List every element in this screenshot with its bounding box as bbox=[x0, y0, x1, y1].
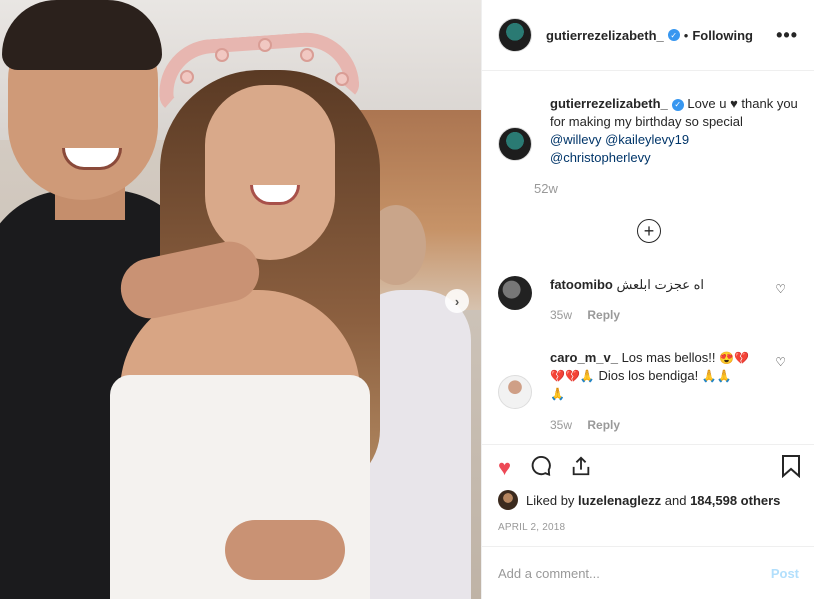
photo-hands bbox=[225, 520, 345, 580]
photo-woman-head bbox=[205, 85, 335, 260]
emoji-group: 😍💔 bbox=[719, 351, 750, 365]
caption-text-start: Love u bbox=[687, 96, 727, 111]
post-comment-button[interactable]: Post bbox=[771, 566, 799, 581]
mention-link[interactable]: @kaileylevy19 bbox=[605, 132, 689, 147]
liker-username[interactable]: luzelenaglezz bbox=[578, 493, 661, 508]
caption-timestamp[interactable]: 52w bbox=[534, 181, 814, 196]
more-horizontal-icon[interactable]: ••• bbox=[776, 25, 798, 46]
comment-body: fatoomibo اه عجزت ابلعش 35w Reply bbox=[550, 276, 760, 324]
comment-text: Los mas bellos!! bbox=[621, 350, 716, 365]
post-modal: › gutierrezelizabeth_ ✓ • Following ••• … bbox=[0, 0, 814, 599]
comment-item: fatoomibo اه عجزت ابلعش 35w Reply ♡ bbox=[498, 276, 798, 324]
header-username[interactable]: gutierrezelizabeth_ bbox=[546, 28, 664, 43]
like-comment-heart-icon[interactable]: ♡ bbox=[775, 282, 786, 296]
avatar[interactable] bbox=[498, 18, 532, 52]
comment-bubble-icon[interactable] bbox=[529, 454, 552, 481]
add-comment-bar: Post bbox=[482, 546, 814, 599]
mention-link[interactable]: @christopherlevy bbox=[550, 150, 651, 165]
photo-flower bbox=[180, 70, 194, 84]
header-separator: • bbox=[683, 27, 689, 43]
following-button[interactable]: Following bbox=[692, 28, 753, 43]
post-side-panel: gutierrezelizabeth_ ✓ • Following ••• gu… bbox=[481, 0, 814, 599]
caption-username[interactable]: gutierrezelizabeth_ bbox=[550, 96, 668, 111]
likes-count-link[interactable]: 184,598 others bbox=[690, 493, 780, 508]
post-date[interactable]: APRIL 2, 2018 bbox=[498, 522, 565, 533]
comment-timestamp[interactable]: 35w bbox=[550, 308, 572, 322]
comment-input[interactable] bbox=[498, 565, 758, 581]
comment-avatar[interactable] bbox=[498, 276, 532, 310]
post-caption: gutierrezelizabeth_ ✓ Love u ♥ thank you … bbox=[482, 71, 814, 167]
photo-flower bbox=[335, 72, 349, 86]
verified-badge-icon: ✓ bbox=[667, 29, 680, 41]
mention-link[interactable]: @willevy bbox=[550, 132, 601, 147]
plus-circle-icon[interactable]: + bbox=[637, 219, 661, 243]
verified-badge-icon: ✓ bbox=[671, 98, 684, 111]
comment-text: اه عجزت ابلعش bbox=[616, 277, 705, 292]
heart-glyph: ♥ bbox=[730, 96, 738, 111]
caption-avatar[interactable] bbox=[498, 127, 532, 161]
caption-text: gutierrezelizabeth_ ✓ Love u ♥ thank you … bbox=[550, 95, 798, 167]
post-photo[interactable]: › bbox=[0, 0, 481, 599]
comment-body: caro_m_v_ Los mas bellos!! 😍💔 💔💔🙏 Dios l… bbox=[550, 349, 760, 434]
photo-flower bbox=[215, 48, 229, 62]
comment-text: Dios los bendiga! bbox=[598, 368, 699, 383]
bookmark-icon[interactable] bbox=[781, 454, 801, 482]
comment-meta: 35w Reply bbox=[550, 307, 760, 324]
photo-man-hair bbox=[2, 0, 162, 70]
emoji-group: 🙏 bbox=[550, 387, 565, 401]
like-comment-heart-icon[interactable]: ♡ bbox=[775, 355, 786, 369]
reply-button[interactable]: Reply bbox=[587, 418, 620, 432]
likes-conj: and bbox=[664, 492, 687, 508]
photo-flower bbox=[258, 38, 272, 52]
comment-username[interactable]: caro_m_v_ bbox=[550, 350, 618, 365]
likes-prefix: Liked by bbox=[526, 492, 575, 508]
likes-summary: Liked by luzelenaglezz and 184,598 other… bbox=[498, 490, 780, 510]
comment-timestamp[interactable]: 35w bbox=[550, 418, 572, 432]
liker-avatar[interactable] bbox=[498, 490, 518, 510]
comment-item: caro_m_v_ Los mas bellos!! 😍💔 💔💔🙏 Dios l… bbox=[498, 349, 798, 434]
emoji-group: 💔💔🙏 bbox=[550, 369, 595, 383]
comment-meta: 35w Reply bbox=[550, 417, 760, 434]
photo-flower bbox=[300, 48, 314, 62]
post-header: gutierrezelizabeth_ ✓ • Following ••• bbox=[482, 0, 814, 71]
share-icon[interactable] bbox=[570, 455, 592, 481]
post-actions: ♥ bbox=[482, 444, 814, 490]
like-heart-icon[interactable]: ♥ bbox=[498, 456, 511, 479]
emoji-group: 🙏🙏 bbox=[701, 369, 732, 383]
reply-button[interactable]: Reply bbox=[587, 308, 620, 322]
comment-avatar[interactable] bbox=[498, 375, 532, 409]
comment-username[interactable]: fatoomibo bbox=[550, 277, 613, 292]
chevron-right-icon[interactable]: › bbox=[445, 289, 469, 313]
